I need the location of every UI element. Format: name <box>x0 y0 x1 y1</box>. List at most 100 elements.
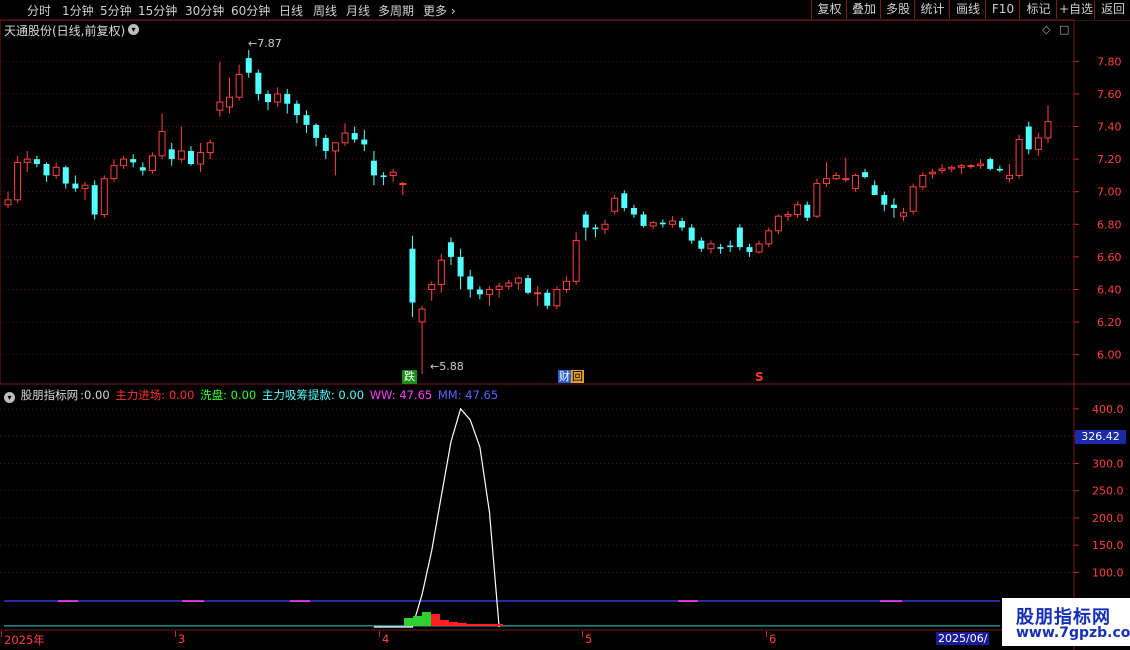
price-tick-label: 7.80 <box>1097 55 1122 68</box>
candle-body-down <box>736 227 743 248</box>
indicator-tick-label: 200.0 <box>1092 512 1124 525</box>
candle-body-down <box>284 93 291 104</box>
candle-body-up <box>514 277 522 284</box>
candle-body-up <box>418 308 426 323</box>
candlestick-chart: 7.80 7.60 7.40 7.20 7.00 6.80 6.60 6.40 6.20 6.00… <box>0 19 1130 650</box>
candle-body-down <box>187 150 194 164</box>
cai-marker: 财 <box>558 370 571 383</box>
x-axis-tick <box>582 631 583 637</box>
watermark-url: www.7gpzb.com <box>1016 625 1130 641</box>
candle-body-up <box>765 230 773 245</box>
candle-body-up <box>225 96 233 108</box>
candle-body-up <box>967 165 975 168</box>
drop-marker[interactable]: 跌 <box>402 370 417 384</box>
indicator-bar <box>467 624 476 626</box>
candle-body-down <box>862 172 869 178</box>
candle-body-down <box>293 103 300 116</box>
candle-body-up <box>216 101 224 111</box>
candle-body-up <box>534 292 542 295</box>
candle-body-up <box>389 171 397 176</box>
candle-body-down <box>370 160 377 176</box>
candle-body-down <box>447 242 454 257</box>
indicator-current-value: 326.42 <box>1075 430 1126 444</box>
candle-body-up <box>148 155 156 172</box>
candle-body-up <box>206 142 214 154</box>
candle-body-down <box>322 137 329 151</box>
price-tick-label: 7.00 <box>1097 186 1122 199</box>
candle-body-down <box>467 276 474 290</box>
candle-body-up <box>601 223 609 230</box>
candle-body-up <box>52 166 60 176</box>
candle-body-up <box>813 183 821 217</box>
price-tick-label: 6.00 <box>1097 349 1122 362</box>
candle-body-down <box>544 292 551 306</box>
price-tick-label: 7.20 <box>1097 153 1122 166</box>
price-tick-label: 6.20 <box>1097 316 1122 329</box>
candle-body-down <box>43 164 50 176</box>
indicator-bar <box>440 620 449 626</box>
low-price: 5.88 <box>439 360 464 373</box>
candle-body-up <box>938 168 946 172</box>
candle-body-down <box>871 185 878 195</box>
candle-body-up <box>572 240 580 282</box>
indicator-name: 股朋指标网 <box>20 388 79 402</box>
indicator-ww: WW: 47.65 <box>369 388 433 402</box>
candle-body-down <box>659 222 666 225</box>
x-axis-label-2: 4 <box>382 632 390 646</box>
s-marker[interactable]: S <box>755 370 764 384</box>
indicator-main: :0.00 <box>80 388 110 402</box>
candle-body-down <box>139 167 146 171</box>
candle-body-up <box>1015 139 1023 176</box>
indicator-legend: ▾ 股朋指标网:0.00 主力进场: 0.00 洗盘: 0.00 主力吸筹提款:… <box>4 387 500 403</box>
candle-body-down <box>303 115 310 125</box>
candle-body-up <box>755 243 763 253</box>
candle-body-down <box>727 245 734 248</box>
candle-body-down <box>1025 126 1032 150</box>
hui-marker: 回 <box>571 370 584 383</box>
finance-marker[interactable]: 财回 <box>558 370 584 384</box>
candle-body-down <box>804 204 811 218</box>
candle-body-up <box>957 165 965 168</box>
chevron-down-icon[interactable]: ▾ <box>4 392 15 403</box>
candle-body-up <box>649 222 657 227</box>
current-date-box: 2025/06/ <box>936 632 990 645</box>
candle-body-up <box>14 161 22 201</box>
candle-body-down <box>698 240 705 249</box>
candle-body-up <box>919 174 927 188</box>
candle-body-down <box>679 221 686 228</box>
candle-body-down <box>746 247 753 252</box>
candle-body-down <box>313 124 320 138</box>
candle-body-down <box>987 159 994 169</box>
candle-body-up <box>1034 137 1042 150</box>
candle-body-up <box>23 158 31 163</box>
price-tick-label: 7.60 <box>1097 88 1122 101</box>
candle-body-up <box>909 186 917 212</box>
candle-body-up <box>823 178 831 185</box>
high-price: 7.87 <box>257 37 282 50</box>
candle-body-up <box>1005 174 1013 180</box>
candle-body-up <box>774 215 782 232</box>
indicator-bar <box>422 612 431 626</box>
indicator-zljc: 主力进场: 0.00 <box>115 388 195 402</box>
candle-body-up <box>235 73 243 98</box>
indicator-tick-label: 250.0 <box>1092 485 1124 498</box>
candle-body-down <box>62 167 69 184</box>
candle-body-down <box>265 93 271 103</box>
indicator-tick-label: 100.0 <box>1092 566 1124 579</box>
candle-body-up <box>928 171 936 175</box>
candle-body-up <box>794 204 802 216</box>
candle-body-up <box>851 174 859 189</box>
x-axis-tick <box>175 631 176 637</box>
x-axis-tick <box>1 631 2 637</box>
candle-body-down <box>457 256 464 277</box>
x-axis-tick <box>766 631 767 637</box>
candle-body-up <box>331 142 339 152</box>
candle-body-down <box>476 289 483 295</box>
candle-body-up <box>110 165 118 180</box>
candle-body-down <box>582 214 589 228</box>
candle-body-down <box>592 227 599 230</box>
candle-body-up <box>900 212 908 217</box>
candle-body-down <box>525 278 531 293</box>
x-axis-tick <box>379 631 380 637</box>
candle-body-up <box>1044 121 1052 139</box>
